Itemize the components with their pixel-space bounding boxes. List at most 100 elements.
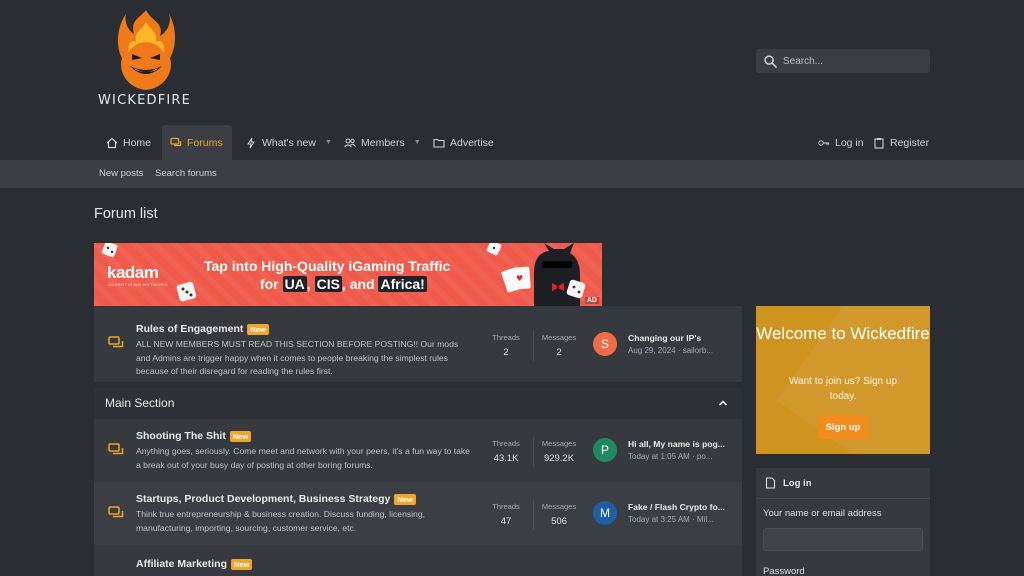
forum-title[interactable]: Rules of Engagement New <box>136 323 269 335</box>
rules-block: Rules of Engagement New ALL NEW MEMBERS … <box>94 306 742 382</box>
lightning-icon <box>247 137 255 148</box>
nav-home[interactable]: Home <box>98 125 159 160</box>
threads-label: Threads <box>492 502 520 511</box>
search-box[interactable] <box>756 49 930 73</box>
nav-forums-label: Forums <box>187 136 223 149</box>
nav-members-label: Members <box>361 136 405 149</box>
nav-advertise[interactable]: Advertise <box>425 125 502 160</box>
home-icon <box>106 137 118 148</box>
avatar[interactable]: M <box>593 501 617 525</box>
login-link-label: Log in <box>835 136 864 149</box>
forum-chat-icon <box>108 443 124 455</box>
register-link[interactable]: Register <box>865 125 937 160</box>
welcome-title: Welcome to Wickedfire <box>756 324 930 343</box>
nav-whats-new-label: What's new <box>262 136 316 149</box>
nav-whats-new[interactable]: What's new ▼ <box>237 125 340 160</box>
chevron-down-icon[interactable]: ▼ <box>325 139 332 146</box>
threads-stat: Threads 2 <box>486 333 526 358</box>
forum-node[interactable]: Startups, Product Development, Business … <box>94 482 742 545</box>
ad-banner[interactable]: ♥ kadam ADVERTISING NETWORK Tap into Hig… <box>94 243 602 306</box>
forum-title-text[interactable]: Rules of Engagement <box>136 323 243 335</box>
clipboard-icon <box>874 137 884 149</box>
ad-badge: AD <box>584 297 599 304</box>
stat-divider <box>533 500 534 530</box>
messages-label: Messages <box>541 439 577 448</box>
forum-chat-icon <box>108 336 124 348</box>
ad-headline: Tap into High-Quality iGaming Traffic <box>204 258 451 274</box>
new-badge: New <box>394 493 416 505</box>
members-icon <box>344 138 356 147</box>
avatar[interactable]: S <box>593 332 617 356</box>
latest-thread-meta: Today at 3:25 AM · Mil... <box>628 515 714 524</box>
search-input[interactable] <box>783 55 923 67</box>
messages-stat: Messages 2 <box>538 333 580 358</box>
threads-stat: Threads 47 <box>486 502 526 527</box>
nav-advertise-label: Advertise <box>450 136 494 149</box>
forum-node[interactable]: Affiliate Marketing New <box>94 546 742 576</box>
forum-title-text[interactable]: Affiliate Marketing <box>136 558 227 570</box>
new-posts-link[interactable]: New posts <box>99 168 143 179</box>
new-badge: New <box>229 430 252 442</box>
welcome-text: Want to join us? Sign up today. <box>788 376 898 402</box>
main-nav: Home Forums What's new ▼ Members ▼ Adver… <box>0 125 1024 160</box>
forums-icon <box>170 137 182 146</box>
login-link[interactable]: Log in <box>810 125 872 160</box>
forum-title[interactable]: Affiliate Marketing New <box>136 558 253 570</box>
folder-icon <box>433 138 445 148</box>
ad-subheadline: for UA, CIS, and Africa! <box>260 276 427 292</box>
site-header: WICKEDFIRE <box>0 0 1024 126</box>
chevron-up-icon[interactable] <box>717 397 729 409</box>
nav-home-label: Home <box>123 136 152 149</box>
threads-label: Threads <box>492 333 520 342</box>
site-logo[interactable]: WICKEDFIRE <box>98 8 198 108</box>
section-header[interactable]: Main Section <box>94 388 742 419</box>
search-forums-link[interactable]: Search forums <box>155 168 217 179</box>
threads-count: 2 <box>503 347 509 358</box>
latest-thread-title[interactable]: Fake / Flash Crypto fo... <box>628 502 732 512</box>
forum-title[interactable]: Shooting The Shit New <box>136 430 252 442</box>
register-link-label: Register <box>890 136 930 149</box>
avatar[interactable]: P <box>593 438 617 462</box>
messages-stat: Messages 506 <box>537 502 581 527</box>
login-panel-header: Log in <box>756 468 930 499</box>
forum-title-text[interactable]: Startups, Product Development, Business … <box>136 493 390 505</box>
username-field[interactable] <box>763 528 923 551</box>
new-badge: New <box>247 323 269 335</box>
forum-title-text[interactable]: Shooting The Shit <box>136 430 226 442</box>
messages-stat: Messages 929.2K <box>537 439 581 464</box>
signup-button[interactable]: Sign up <box>818 415 868 439</box>
latest-thread-meta: Aug 29, 2024 · sailorb... <box>628 346 713 355</box>
nav-members[interactable]: Members ▼ <box>336 125 429 160</box>
password-label: Password <box>763 566 805 576</box>
page-title: Forum list <box>94 206 158 222</box>
ad-geo-cis: CIS <box>314 276 342 292</box>
ad-line2-prefix: for <box>260 276 279 292</box>
stat-divider <box>533 437 534 467</box>
forum-node[interactable]: Shooting The Shit New Anything goes, ser… <box>94 419 742 482</box>
document-icon <box>765 477 776 489</box>
section-title: Main Section <box>105 396 175 410</box>
threads-count: 47 <box>500 516 512 527</box>
stat-divider <box>533 331 534 361</box>
latest-thread-title[interactable]: Changing our IP's <box>628 333 732 343</box>
username-label: Your name or email address <box>763 508 882 519</box>
ad-line2-mid: , and <box>341 276 375 292</box>
flame-mascot-icon <box>117 10 175 90</box>
main-section-block: Shooting The Shit New Anything goes, ser… <box>94 419 742 576</box>
forum-chat-icon <box>108 506 124 518</box>
forum-description: ALL NEW MEMBERS MUST READ THIS SECTION B… <box>136 339 459 376</box>
forum-description: Think true entrepreneurship & business c… <box>136 509 425 533</box>
forum-title[interactable]: Startups, Product Development, Business … <box>136 493 416 505</box>
ad-brand-subtitle: ADVERTISING NETWORK <box>108 282 168 287</box>
nav-forums[interactable]: Forums <box>162 125 232 160</box>
messages-label: Messages <box>541 333 577 342</box>
latest-thread-title[interactable]: Hi all, My name is pog... <box>628 439 732 449</box>
login-panel: Log in Your name or email address Passwo… <box>756 468 930 576</box>
new-badge: New <box>231 558 253 570</box>
threads-count: 43.1K <box>493 453 519 464</box>
messages-count: 506 <box>551 516 567 527</box>
login-panel-title: Log in <box>783 477 812 489</box>
chevron-down-icon[interactable]: ▼ <box>414 139 421 146</box>
threads-label: Threads <box>492 439 520 448</box>
forum-node[interactable]: Rules of Engagement New ALL NEW MEMBERS … <box>94 312 742 376</box>
